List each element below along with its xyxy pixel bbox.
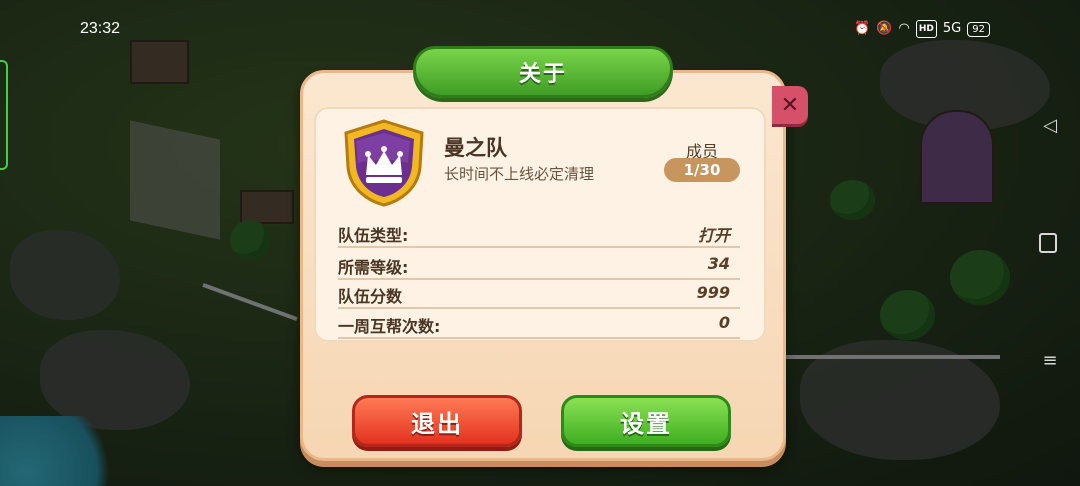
network-icon: 5G	[942, 21, 962, 36]
exit-button[interactable]: 退出	[352, 395, 522, 447]
info-row-team-score: 队伍分数 999	[338, 281, 740, 309]
info-row-value: 34	[707, 254, 730, 273]
nav-home-icon[interactable]	[1039, 233, 1057, 253]
close-button[interactable]: ✕	[772, 86, 808, 124]
nav-menu-icon[interactable]: ≡	[1040, 350, 1060, 371]
side-panel-tab[interactable]	[0, 60, 8, 170]
info-row-label: 队伍类型:	[338, 226, 409, 245]
team-name: 曼之队	[444, 136, 507, 160]
members-count-badge: 1/30	[664, 158, 740, 182]
alarm-icon: ⏰	[854, 21, 871, 36]
team-description: 长时间不上线必定清理	[444, 165, 595, 183]
info-row-label: 队伍分数	[338, 287, 403, 306]
status-icons: ⏰ 🔕 ◠ HD 5G 92	[854, 20, 990, 38]
dialog-title-banner: 关于	[413, 46, 673, 98]
info-row-value: 0	[718, 313, 730, 332]
settings-button[interactable]: 设置	[561, 395, 731, 447]
info-row-value: 999	[696, 283, 730, 302]
info-row-team-type: 队伍类型: 打开	[338, 220, 740, 248]
settings-button-label: 设置	[620, 409, 672, 438]
dialog-title: 关于	[518, 62, 567, 87]
mute-icon: 🔕	[876, 21, 893, 36]
team-emblem-shield-icon	[344, 119, 424, 207]
hd-icon: HD	[915, 20, 937, 38]
close-icon: ✕	[780, 92, 800, 118]
info-row-value: 打开	[697, 226, 730, 245]
wifi-icon: ◠	[898, 21, 910, 36]
exit-button-label: 退出	[411, 409, 463, 438]
battery-icon: 92	[967, 21, 990, 37]
info-row-weekly-help: 一周互帮次数: 0	[338, 311, 740, 339]
info-row-label: 所需等级:	[338, 258, 409, 277]
nav-back-icon[interactable]: ◁	[1040, 115, 1060, 136]
info-row-label: 一周互帮次数:	[338, 317, 441, 336]
info-row-required-level: 所需等级: 34	[338, 252, 740, 280]
status-time: 23:32	[80, 20, 121, 37]
